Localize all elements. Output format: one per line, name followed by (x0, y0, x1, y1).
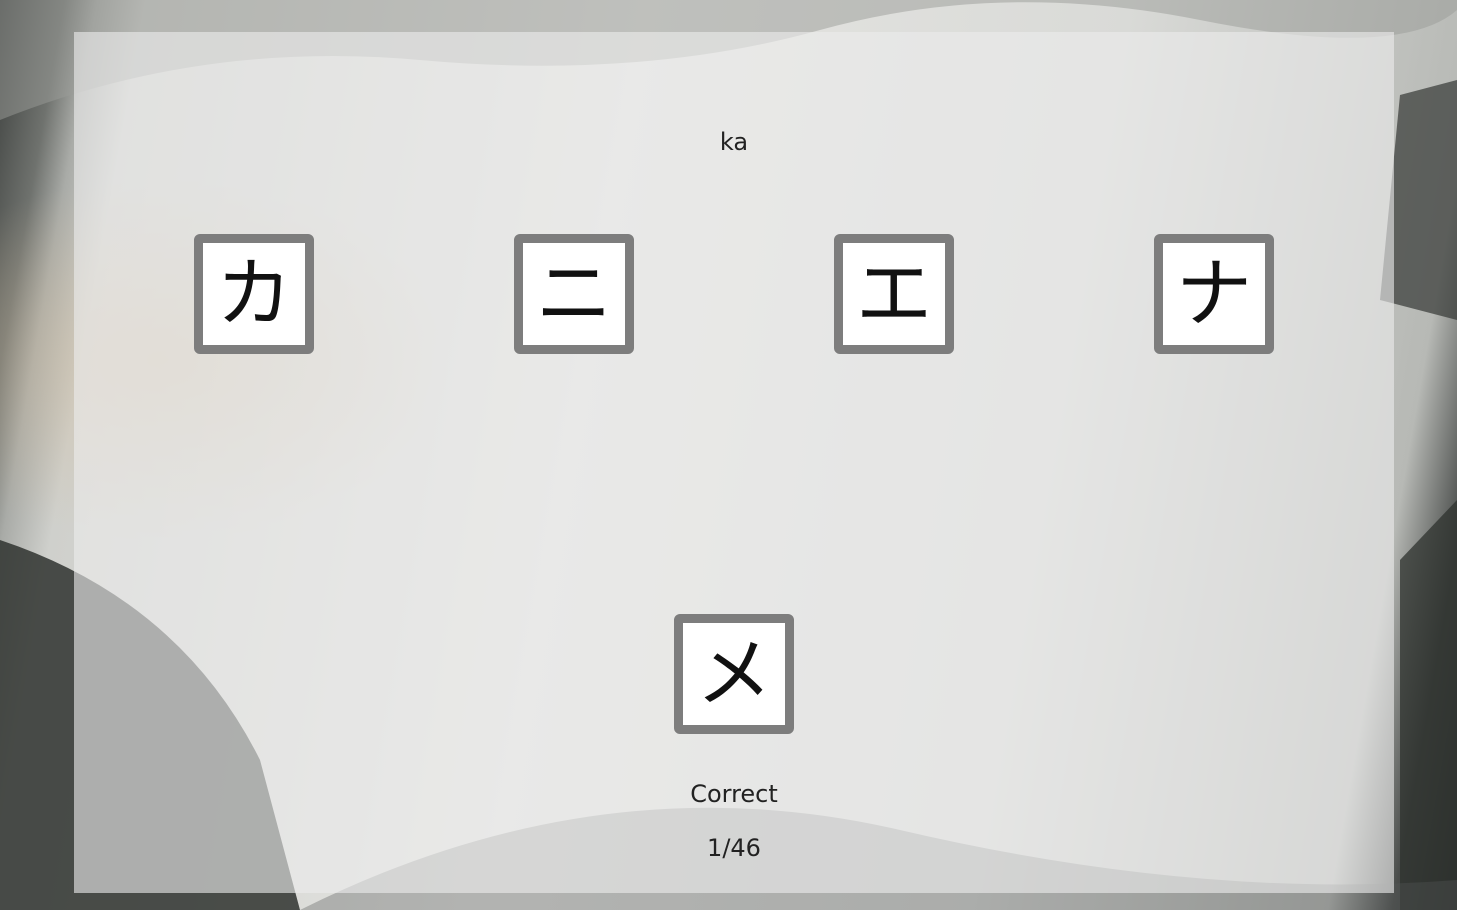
choice-glyph: エ (856, 249, 932, 338)
quiz-panel: ka カ ニ エ ナ メ Correct 1/46 (74, 32, 1394, 893)
choice-glyph: ナ (1176, 249, 1252, 338)
romaji-prompt: ka (719, 128, 749, 156)
choice-glyph: ニ (536, 249, 612, 338)
choice-tile-2[interactable]: ニ (514, 234, 634, 354)
answer-tile[interactable]: メ (674, 614, 794, 734)
progress-counter: 1/46 (707, 834, 761, 862)
choice-tile-1[interactable]: カ (194, 234, 314, 354)
answer-glyph: メ (696, 629, 772, 718)
choice-tile-3[interactable]: エ (834, 234, 954, 354)
result-text: Correct (690, 780, 778, 808)
choice-glyph: カ (216, 249, 292, 338)
choice-tile-4[interactable]: ナ (1154, 234, 1274, 354)
